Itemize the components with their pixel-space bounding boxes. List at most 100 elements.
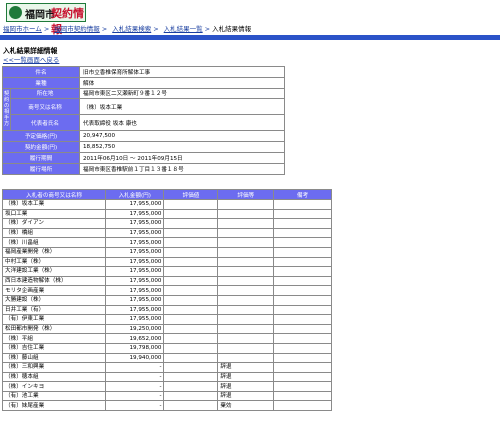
bid-cell-score: [163, 323, 219, 335]
bid-cell-evaluation: 辞退: [217, 381, 275, 392]
bid-table-row: （有）伊東工業 17,955,000: [1, 314, 332, 325]
bid-results-table: 入札者の商号又は名称 入札金額(円) 評価値 評価等 備考 （株）坂本工業 17,…: [1, 189, 332, 412]
bid-table-row: 西日本建造物解体（株） 17,955,000: [1, 275, 332, 287]
bid-cell-evaluation: [217, 333, 275, 344]
breadcrumb-link-home[interactable]: 福岡市ホーム: [3, 25, 42, 33]
bid-table-row: （株）三和興業 - 辞退: [1, 362, 332, 373]
detail-row-period: 履行期間 2011年06月10日 ～ 2011年09月15日: [2, 151, 285, 164]
bid-cell-amount: -: [105, 371, 165, 383]
bid-cell-remarks: [273, 342, 332, 354]
detail-value-period: 2011年06月10日 ～ 2011年09月15日: [79, 151, 285, 164]
bid-cell-bidder: （株）インキヨ: [1, 381, 107, 392]
bid-cell-evaluation: [217, 285, 275, 296]
bid-cell-remarks: [273, 400, 332, 412]
bid-cell-evaluation: [217, 304, 275, 316]
bid-cell-amount: -: [105, 381, 165, 392]
detail-label-contract: 契約金額(円): [2, 141, 80, 153]
bid-cell-amount: 19,940,000: [105, 352, 165, 364]
bid-cell-remarks: [273, 218, 332, 229]
bid-cell-evaluation: 辞退: [217, 390, 275, 402]
bid-cell-amount: 17,955,000: [105, 256, 165, 268]
bid-cell-score: [163, 237, 219, 248]
bid-table-row: 日井工業（有） 17,955,000: [1, 304, 332, 316]
bid-table-row: （有）妹尾産業 - 棄効: [1, 400, 332, 412]
bid-cell-bidder: （株）三和興業: [1, 362, 107, 373]
bid-cell-score: [163, 342, 219, 354]
bid-cell-remarks: [273, 362, 332, 373]
bid-table-row: （株）インキヨ - 辞退: [1, 381, 332, 392]
bid-cell-amount: 17,955,000: [105, 304, 165, 316]
bid-cell-evaluation: [217, 275, 275, 287]
bid-cell-bidder: 福岡産業開発（株）: [1, 246, 107, 258]
bid-cell-bidder: 大勝建設（株）: [1, 294, 107, 306]
detail-label-case: 件名: [2, 66, 80, 78]
bid-cell-evaluation: [217, 266, 275, 277]
bid-cell-bidder: （株）吉住工業: [1, 342, 107, 354]
bid-cell-score: [163, 266, 219, 277]
contract-detail-table: 件名 旧市立香椎保育所解体工事 業種 解体 契約の相手方 所在地 福岡市東区二又…: [1, 66, 285, 175]
bid-cell-remarks: [273, 256, 332, 268]
detail-label-rep: 代表者氏名: [10, 114, 80, 132]
bid-cell-remarks: [273, 304, 332, 316]
bid-cell-remarks: [273, 237, 332, 248]
bid-cell-score: [163, 314, 219, 325]
detail-value-type: 解体: [79, 76, 285, 89]
bid-header-score: 評価値: [163, 189, 219, 200]
detail-row-type: 業種 解体: [2, 76, 285, 89]
bid-cell-amount: 17,955,000: [105, 266, 165, 277]
bid-cell-bidder: （株）橋組: [1, 227, 107, 239]
detail-row-address: 契約の相手方 所在地 福岡市東区二又瀬新町９番１２号: [1, 87, 285, 132]
bid-cell-amount: 17,955,000: [105, 246, 165, 258]
breadcrumb-link-contract-info[interactable]: 福岡市契約情報: [54, 25, 100, 33]
bid-cell-bidder: モリタ企画産業: [1, 285, 107, 296]
breadcrumb-link-search[interactable]: 入札結果検索: [112, 25, 151, 33]
bid-cell-evaluation: 棄効: [217, 400, 275, 412]
bid-cell-amount: -: [105, 400, 165, 412]
bid-cell-score: [163, 333, 219, 344]
bid-cell-score: [163, 390, 219, 402]
bid-table-row: （株）藤山組 19,940,000: [1, 352, 332, 364]
bid-cell-score: [163, 256, 219, 268]
bid-cell-remarks: [273, 199, 332, 210]
bid-cell-amount: 17,955,000: [105, 294, 165, 306]
bid-cell-amount: 17,955,000: [105, 227, 165, 239]
bid-table-row: 中村工業（株） 17,955,000: [1, 256, 332, 268]
bid-cell-score: [163, 294, 219, 306]
bid-cell-bidder: （有）妹尾産業: [1, 400, 107, 412]
detail-value-address: 福岡市東区二又瀬新町９番１２号: [79, 87, 285, 100]
detail-label-type: 業種: [2, 76, 80, 89]
bid-cell-amount: 19,652,000: [105, 333, 165, 344]
bid-cell-amount: -: [105, 362, 165, 373]
detail-label-estimate: 予定価格(円): [2, 130, 80, 143]
bid-cell-amount: 19,798,000: [105, 342, 165, 354]
bid-cell-evaluation: [217, 227, 275, 239]
bid-cell-evaluation: [217, 323, 275, 335]
site-logo[interactable]: 福岡市 契約情報: [6, 3, 86, 36]
bid-cell-amount: 19,250,000: [105, 323, 165, 335]
detail-label-company: 商号又は名称: [10, 98, 80, 116]
bid-table-row: （株）吉住工業 19,798,000: [1, 342, 332, 354]
bid-cell-bidder: （株）川畠組: [1, 237, 107, 248]
bid-header-evaluation: 評価等: [217, 189, 275, 200]
bid-table-row: （株）ダイアン 17,955,000: [1, 218, 332, 229]
bid-table-row: （株）川畠組 17,955,000: [1, 237, 332, 248]
bid-cell-score: [163, 381, 219, 392]
bid-cell-remarks: [273, 294, 332, 306]
bid-cell-remarks: [273, 333, 332, 344]
bid-table-row: 福岡産業開発（株） 17,955,000: [1, 246, 332, 258]
bid-cell-bidder: 日井工業（有）: [1, 304, 107, 316]
bid-cell-amount: 17,955,000: [105, 285, 165, 296]
detail-value-place: 福岡市東区香椎駅前１丁目１３番１８号: [79, 162, 285, 175]
bid-table-row: （株）穂本組 - 辞退: [1, 371, 332, 383]
detail-label-place: 履行場所: [2, 162, 80, 175]
bid-table-row: （有）池工業 - 辞退: [1, 390, 332, 402]
bid-table-header-row: 入札者の商号又は名称 入札金額(円) 評価値 評価等 備考: [1, 189, 332, 200]
bid-cell-remarks: [273, 285, 332, 296]
breadcrumb-link-list[interactable]: 入札結果一覧: [164, 25, 203, 33]
bid-cell-amount: 17,955,000: [105, 237, 165, 248]
bid-cell-remarks: [273, 227, 332, 239]
bid-cell-remarks: [273, 390, 332, 402]
bid-cell-amount: 17,955,000: [105, 199, 165, 210]
bid-cell-score: [163, 218, 219, 229]
back-to-list-link[interactable]: <<一覧画面へ戻る: [3, 54, 59, 64]
